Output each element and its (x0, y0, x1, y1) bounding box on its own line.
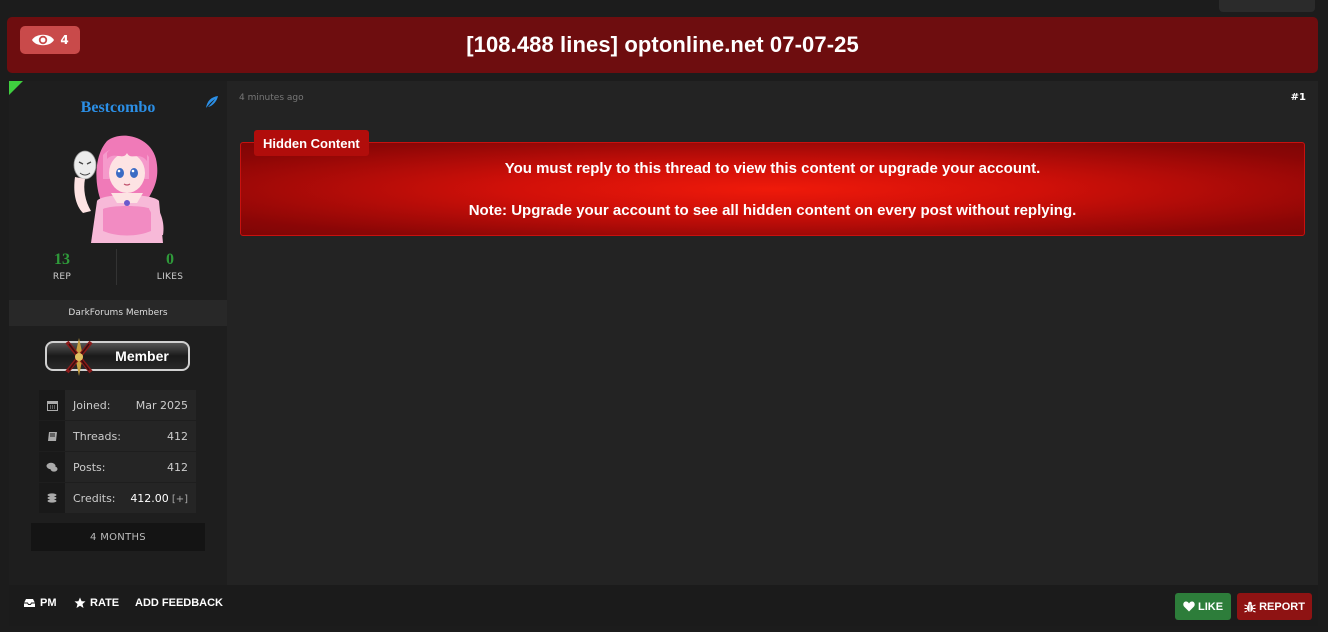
like-label: LIKE (1197, 600, 1224, 613)
rep-value[interactable]: 13 (9, 251, 115, 269)
credits-value: 412.00 (130, 491, 169, 505)
post-number[interactable]: #1 (1291, 92, 1306, 103)
likes-value: 0 (166, 251, 174, 268)
post-time: 4 minutes ago (239, 93, 304, 103)
add-feedback-label: ADD FEEDBACK (135, 597, 223, 609)
posts-label: Posts: (73, 460, 106, 474)
report-button[interactable]: REPORT (1237, 593, 1312, 620)
joined-value: Mar 2025 (135, 398, 188, 412)
pm-label: PM (40, 597, 57, 609)
rep-label: REP (52, 272, 72, 282)
coins-icon (39, 483, 65, 513)
member-badge: Member (45, 338, 190, 376)
hidden-content-tag: Hidden Content (254, 130, 369, 156)
threads-label: Threads: (73, 429, 121, 443)
rate-button[interactable]: RATE (74, 597, 119, 609)
posts-value[interactable]: 412 (167, 461, 188, 474)
hidden-content-box: You must reply to this thread to view th… (240, 142, 1305, 236)
rate-label: RATE (90, 597, 120, 609)
heart-icon (1183, 601, 1195, 612)
user-group: DarkForums Members (9, 300, 227, 326)
online-indicator (9, 81, 23, 95)
rep-stat: 13 REP (9, 251, 115, 282)
views-badge: 4 (20, 26, 80, 54)
credits-add-link[interactable]: [+] (172, 494, 188, 505)
top-tab[interactable] (1219, 0, 1315, 12)
threads-value[interactable]: 412 (167, 430, 188, 443)
star-icon (74, 597, 86, 608)
author-username[interactable]: Bestcombo (9, 99, 227, 117)
hidden-content-message: You must reply to this thread to view th… (504, 160, 1041, 177)
likes-label: LIKES (156, 272, 184, 282)
book-icon (39, 421, 65, 451)
posts-row: Posts: 412 (39, 452, 196, 482)
joined-label: Joined: (73, 398, 111, 412)
author-sidebar: Bestcombo 13 REP 0 LIKES DarkForums Memb… (9, 81, 227, 585)
bug-icon (1244, 601, 1256, 612)
inbox-icon (24, 599, 35, 607)
eye-icon (32, 34, 55, 46)
thread-header: 4 [108.488 lines] optonline.net 07-07-25 (7, 17, 1318, 73)
views-count: 4 (60, 33, 69, 47)
author-info: Joined: Mar 2025 Threads: 412 Posts: 412… (39, 390, 196, 514)
threads-row: Threads: 412 (39, 421, 196, 451)
hidden-content-tag-label: Hidden Content (263, 135, 360, 151)
feather-icon (206, 96, 218, 108)
thread-title: [108.488 lines] optonline.net 07-07-25 (466, 32, 859, 57)
post-footer: PM RATE ADD FEEDBACK LIKE REPORT (9, 585, 1318, 626)
user-group-label: DarkForums Members (68, 308, 168, 318)
calendar-icon (39, 390, 65, 420)
hidden-content-note: Note: Upgrade your account to see all hi… (468, 202, 1077, 219)
post: Bestcombo 13 REP 0 LIKES DarkForums Memb… (9, 81, 1318, 626)
member-duration-label: 4 MONTHS (90, 531, 146, 543)
likes-stat: 0 LIKES (117, 251, 223, 282)
member-duration: 4 MONTHS (31, 523, 205, 551)
pm-button[interactable]: PM (23, 597, 57, 609)
member-badge-label: Member (115, 348, 169, 364)
credits-row: Credits: 412.00 [+] (39, 483, 196, 513)
joined-row: Joined: Mar 2025 (39, 390, 196, 420)
author-avatar[interactable] (67, 131, 169, 243)
comments-icon (39, 452, 65, 482)
report-label: REPORT (1259, 600, 1305, 613)
like-button[interactable]: LIKE (1175, 593, 1231, 620)
credits-label: Credits: (73, 491, 116, 505)
add-feedback-button[interactable]: ADD FEEDBACK (135, 597, 223, 609)
